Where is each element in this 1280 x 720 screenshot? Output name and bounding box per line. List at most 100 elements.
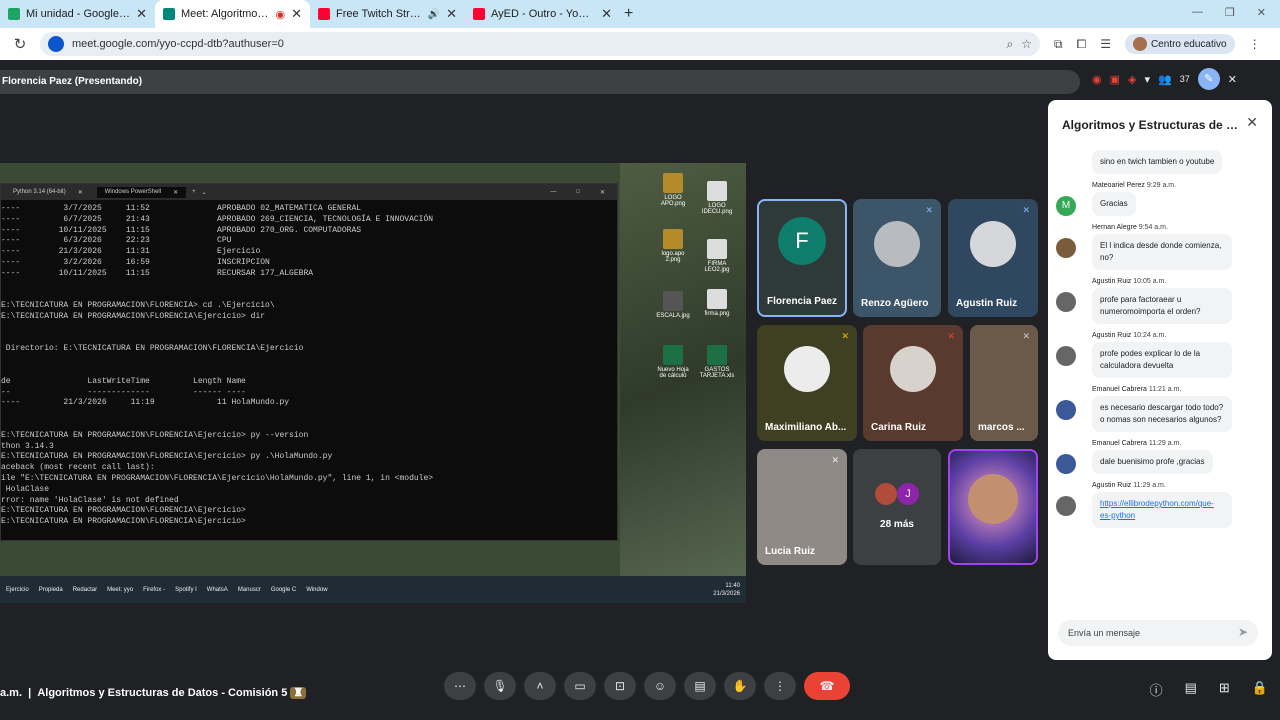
chat-icon[interactable]: ▤ xyxy=(1185,680,1197,699)
terminal-tab-python[interactable]: Python 3.14 (64-bit) ✕ xyxy=(5,187,91,198)
bookmark-star-icon[interactable]: ☆ xyxy=(1021,37,1032,51)
minimize-icon[interactable]: — xyxy=(550,189,556,196)
close-icon[interactable]: ✕ xyxy=(136,6,147,22)
mic-off-icon: ✕ xyxy=(841,331,849,341)
audio-icon[interactable]: 🔊 xyxy=(428,9,440,20)
chevron-up-icon[interactable]: ˄ xyxy=(524,672,556,700)
taskbar-item[interactable]: Propieda xyxy=(39,587,63,593)
chevron-down-icon[interactable]: ▾ xyxy=(1144,73,1150,86)
close-icon[interactable]: ✕ xyxy=(446,6,457,22)
chat-message-text: dale buenisimo profe ,gracias xyxy=(1092,450,1213,474)
url-field[interactable]: meet.google.com/yyo-ccpd-dtb?authuser=0 … xyxy=(40,32,1040,56)
more-audio-options-icon[interactable]: ⋯ xyxy=(444,672,476,700)
desktop-icon[interactable]: firma.png xyxy=(698,289,736,317)
minimize-icon[interactable]: — xyxy=(1192,6,1203,19)
captions-icon[interactable]: ▤ xyxy=(684,672,716,700)
effects-icon[interactable]: ✎ xyxy=(1197,68,1220,90)
close-window-icon[interactable]: ✕ xyxy=(1257,6,1266,19)
taskbar-item[interactable]: Meet: yyo xyxy=(107,587,133,593)
present-icon[interactable]: ⊡ xyxy=(604,672,636,700)
close-icon[interactable]: ✕ xyxy=(600,189,605,196)
taskbar-item[interactable]: Window xyxy=(306,587,327,593)
more-options-icon[interactable]: ⋮ xyxy=(764,672,796,700)
desktop-icon[interactable]: LOGO IDECU.png xyxy=(698,181,736,215)
cast-icon[interactable]: ⧉ xyxy=(1054,37,1063,52)
raise-hand-icon[interactable]: ✋ xyxy=(724,672,756,700)
new-tab-button[interactable]: + xyxy=(624,5,633,23)
excel-icon[interactable]: GASTOS TARJETA.xls xyxy=(698,345,736,379)
extensions-icon[interactable]: ⧠ xyxy=(1077,37,1087,52)
meeting-info: a.m. | Algoritmos y Estructuras de Datos… xyxy=(0,686,307,699)
participant-tile[interactable]: F Florencia Paez xyxy=(757,199,847,317)
close-icon[interactable]: ✕ xyxy=(601,6,612,22)
participant-tile[interactable]: ✕ Maximiliano Ab... xyxy=(757,325,857,441)
participant-name: Renzo Agüero xyxy=(861,298,929,309)
taskbar-item[interactable]: WhatsA xyxy=(207,587,228,593)
chat-message-meta: Agustin Ruiz 10:24 a.m. xyxy=(1092,332,1167,339)
chat-message: Emanuel Cabrera 11:29 a.m. dale buenisim… xyxy=(1048,436,1272,478)
info-icon[interactable]: ⓘ xyxy=(1150,680,1163,699)
chat-message-text: sino en twich tambien o youtube xyxy=(1092,150,1223,174)
tab-meet[interactable]: Meet: Algoritmos y Estructu ◉ ✕ xyxy=(155,0,310,28)
participant-name: Lucia Ruiz xyxy=(765,546,816,557)
unpin-icon[interactable]: ✕ xyxy=(1228,73,1237,86)
maximize-icon[interactable]: ❐ xyxy=(1225,6,1235,19)
host-controls-icon[interactable]: 🔒 xyxy=(1252,680,1268,699)
taskbar-item[interactable]: Redactar xyxy=(73,587,97,593)
tab-twitch-mix[interactable]: Free Twitch Streaming MIX 🔊 ✕ xyxy=(310,0,465,28)
streamer-tile[interactable] xyxy=(948,449,1038,565)
avatar xyxy=(968,473,1018,524)
tab-google-drive[interactable]: Mi unidad - Google Drive ✕ xyxy=(0,0,155,28)
desktop-icon[interactable]: ESCALA.jpg xyxy=(654,291,692,319)
maximize-icon[interactable]: □ xyxy=(576,189,580,196)
desktop-icon[interactable]: FIRMA LEO2.jpg xyxy=(698,239,736,273)
chat-message-meta: Mateoariel Perez 9:29 a.m. xyxy=(1092,182,1177,189)
close-icon[interactable]: ✕ xyxy=(1246,114,1258,131)
close-icon[interactable]: ✕ xyxy=(291,6,302,22)
chat-panel: Algoritmos y Estructuras de Dato... ✕ si… xyxy=(1048,100,1272,660)
participant-tile[interactable]: ✕ marcos ... xyxy=(970,325,1038,441)
microphone-icon[interactable]: 🎙 xyxy=(484,672,516,700)
taskbar-item[interactable]: Spotify I xyxy=(175,587,197,593)
zoom-icon[interactable]: ⌕ xyxy=(1007,37,1014,52)
desktop-icon[interactable]: logo.apo 2.png xyxy=(654,229,692,263)
tab-youtube-outro[interactable]: AyED - Outro - YouTube ✕ xyxy=(465,0,620,28)
more-participants-tile[interactable]: J 28 más xyxy=(853,449,941,565)
activities-icon[interactable]: ⊞ xyxy=(1219,680,1230,699)
activity-icon[interactable]: ◈ xyxy=(1128,73,1136,86)
profile-button[interactable]: Centro educativo xyxy=(1124,34,1235,54)
participant-tile[interactable]: ✕ Lucia Ruiz xyxy=(757,449,847,565)
send-icon[interactable]: ➤ xyxy=(1238,625,1248,639)
avatar xyxy=(874,220,920,267)
emoji-icon[interactable]: ☺ xyxy=(644,672,676,700)
taskbar-item[interactable]: Google C xyxy=(271,587,296,593)
taskbar-item[interactable]: Firefox - xyxy=(143,587,165,593)
chevron-down-icon[interactable]: ⌄ xyxy=(202,189,207,196)
participant-tile[interactable]: ✕ Agustin Ruiz xyxy=(948,199,1038,317)
chat-link[interactable]: https://ellibrodepython.com/que-es-pytho… xyxy=(1100,499,1214,520)
taskbar-item[interactable]: Ejercicio xyxy=(6,587,29,593)
avatar xyxy=(1056,496,1076,516)
avatar xyxy=(1132,37,1147,51)
meet-area: Florencia Paez (Presentando) ◉ ▣ ◈ ▾ 👥 3… xyxy=(0,60,1280,720)
leave-call-button[interactable]: ☎ xyxy=(804,672,850,700)
site-info-icon[interactable] xyxy=(48,36,64,52)
desktop-icon[interactable]: LOGO APO.png xyxy=(654,173,692,207)
chat-input[interactable]: Envía un mensaje ➤ xyxy=(1058,620,1258,646)
participant-tile[interactable]: ✕ Carina Ruiz xyxy=(863,325,963,441)
people-icon[interactable]: 👥 xyxy=(1158,73,1172,86)
shared-screen: LOGO APO.png LOGO IDECU.png logo.apo 2.p… xyxy=(0,163,746,603)
reload-icon[interactable]: ↻ xyxy=(0,35,40,53)
terminal-output[interactable]: ---- 3/7/2025 11:52 APROBADO 02_MATEMATI… xyxy=(1,200,617,528)
camera-icon[interactable]: ▭ xyxy=(564,672,596,700)
taskbar-item[interactable]: Manuscr xyxy=(238,587,261,593)
participant-tile[interactable]: ✕ Renzo Agüero xyxy=(853,199,941,317)
media-control-icon[interactable]: ☰ xyxy=(1100,37,1111,51)
record-icon[interactable]: ◉ xyxy=(1092,73,1102,86)
menu-icon[interactable]: ⋮ xyxy=(1249,37,1261,51)
meeting-name: Algoritmos y Estructuras de Datos - Comi… xyxy=(37,687,288,699)
terminal-tab-powershell[interactable]: Windows PowerShell ✕ xyxy=(96,186,187,198)
captions-icon[interactable]: ▣ xyxy=(1110,73,1120,86)
excel-icon[interactable]: Nuevo Hoja de cálculo xyxy=(654,345,692,379)
new-terminal-tab-button[interactable]: + xyxy=(192,189,196,195)
